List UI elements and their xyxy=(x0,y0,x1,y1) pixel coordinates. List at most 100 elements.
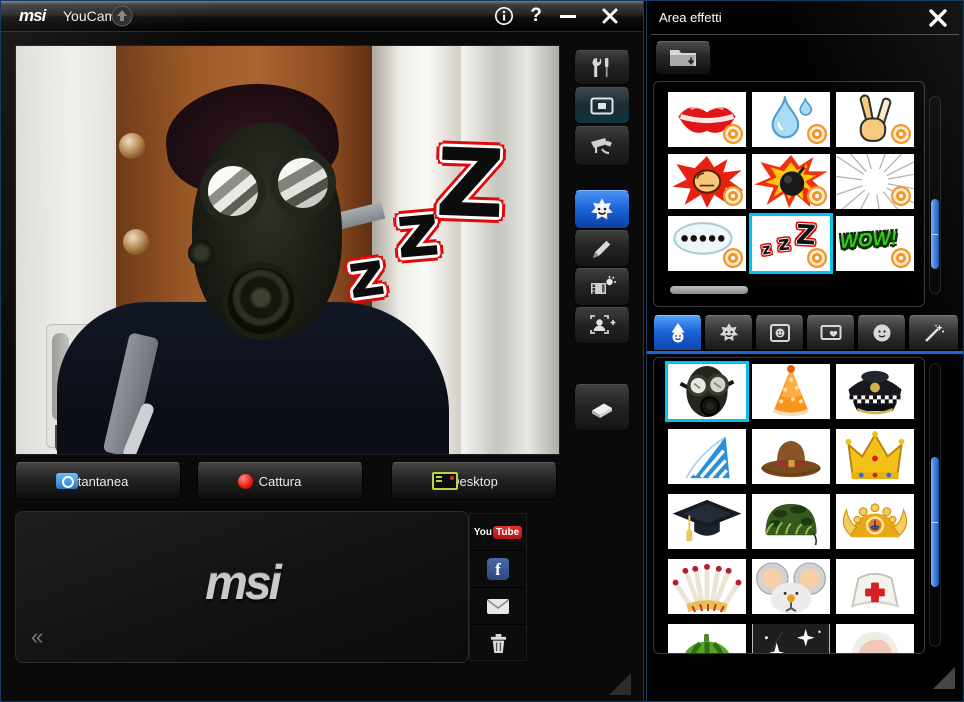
desktop-icon xyxy=(432,472,458,490)
hat-thumb-police[interactable] xyxy=(836,364,914,419)
hat-thumb-sail[interactable] xyxy=(668,429,746,484)
divider xyxy=(651,34,959,35)
effect-thumb-bomb[interactable] xyxy=(752,154,830,209)
msi-logo: msi xyxy=(19,6,45,26)
effect-badge xyxy=(723,186,743,206)
collapse-panel-button[interactable]: « xyxy=(31,624,43,650)
effect-thumb-punch[interactable] xyxy=(668,154,746,209)
hats-scrollbar-track[interactable] xyxy=(929,363,941,647)
tab-scenes[interactable] xyxy=(806,315,855,351)
record-icon xyxy=(238,474,253,489)
effects-button[interactable] xyxy=(574,190,630,229)
star-tab-icon xyxy=(718,322,740,344)
effect-thumb-zzz-selected[interactable]: z z Z xyxy=(752,216,830,271)
hat-thumb-crown[interactable] xyxy=(836,429,914,484)
door-stud xyxy=(123,229,149,255)
webcam-preview: z z Z xyxy=(15,45,560,455)
hat-thumb-camo[interactable] xyxy=(752,494,830,549)
effects-scrollbar-thumb[interactable] xyxy=(931,199,939,269)
desktop-button[interactable]: Desktop xyxy=(391,462,557,500)
effect-thumb-wow[interactable]: WOW! xyxy=(836,216,914,271)
hat-thumb-cowboy[interactable] xyxy=(752,429,830,484)
effects-window: Area effetti xyxy=(646,0,964,702)
effect-badge xyxy=(891,186,911,206)
youtube-button[interactable]: YouTube xyxy=(470,514,526,551)
tab-effects[interactable] xyxy=(704,315,753,351)
effect-badge xyxy=(891,248,911,268)
eraser-button[interactable] xyxy=(574,384,630,431)
tools-icon xyxy=(589,55,615,81)
hat-thumb-spa-mask[interactable] xyxy=(836,624,914,654)
hat-thumb-mouse-ears[interactable] xyxy=(752,559,830,614)
facebook-icon: f xyxy=(487,558,509,580)
pencil-icon xyxy=(589,236,615,262)
surveillance-icon xyxy=(589,133,615,159)
effect-thumb-drops[interactable] xyxy=(752,92,830,147)
effects-panel-title: Area effetti xyxy=(659,10,722,25)
screen: msi YouCam ? xyxy=(0,0,964,702)
youtube-icon: YouTube xyxy=(474,526,522,539)
resize-icon xyxy=(589,93,615,119)
draw-button[interactable] xyxy=(574,230,630,267)
door-stud xyxy=(119,133,145,159)
frame-tab-icon xyxy=(769,322,791,344)
effects-hscrollbar[interactable] xyxy=(670,286,748,294)
camera-icon xyxy=(56,473,78,489)
hat-thumb-nurse[interactable] xyxy=(836,559,914,614)
youcam-window: msi YouCam ? xyxy=(0,0,644,702)
hat-thumb-sparkles[interactable] xyxy=(752,624,830,654)
tab-distortions[interactable] xyxy=(908,315,959,351)
effect-thumb-flash[interactable] xyxy=(836,154,914,209)
settings-button[interactable] xyxy=(574,50,630,85)
import-effects-button[interactable] xyxy=(655,41,711,75)
mask-lens-left xyxy=(200,158,266,224)
help-icon[interactable]: ? xyxy=(525,5,547,27)
face-login-icon xyxy=(588,313,616,339)
info-icon[interactable] xyxy=(493,5,515,27)
trash-button[interactable] xyxy=(470,625,526,661)
tab-frames[interactable] xyxy=(755,315,804,351)
effects-close-icon[interactable] xyxy=(927,7,949,29)
msi-watermark: msi xyxy=(16,556,468,611)
hat-thumb-party[interactable] xyxy=(752,364,830,419)
tab-hats[interactable] xyxy=(653,315,702,351)
effect-thumb-kiss[interactable] xyxy=(668,92,746,147)
effect-thumb-victory[interactable] xyxy=(836,92,914,147)
effect-thumb-ellipsis[interactable] xyxy=(668,216,746,271)
effect-badge xyxy=(723,248,743,268)
eraser-icon xyxy=(589,395,615,421)
minimize-icon[interactable] xyxy=(557,5,579,27)
effect-badge xyxy=(723,124,743,144)
share-buttons-column: YouTube f xyxy=(469,513,527,661)
hat-thumb-gradcap[interactable] xyxy=(668,494,746,549)
close-icon[interactable] xyxy=(599,5,621,27)
app-title: YouCam xyxy=(63,8,116,24)
mask-side-vent xyxy=(188,240,214,266)
mask-filter xyxy=(222,262,300,340)
hat-thumb-gasmask-selected[interactable] xyxy=(668,364,746,419)
snapshot-button[interactable]: Istantanea xyxy=(15,462,181,500)
effect-badge xyxy=(891,124,911,144)
hat-thumb-watermelon[interactable] xyxy=(668,624,746,654)
email-button[interactable] xyxy=(470,588,526,625)
trash-icon xyxy=(489,632,508,655)
fullscreen-button[interactable] xyxy=(574,87,630,124)
hat-thumb-headdress[interactable] xyxy=(668,559,746,614)
effects-resize-grip[interactable] xyxy=(933,667,955,689)
hat-tab-icon xyxy=(667,322,689,344)
smiley-tab-icon xyxy=(871,322,893,344)
facebook-button[interactable]: f xyxy=(470,551,526,588)
upgrade-arrow-icon[interactable] xyxy=(111,5,133,27)
hats-grid xyxy=(653,357,925,654)
titlebar[interactable]: msi YouCam ? xyxy=(1,1,643,32)
hat-thumb-horned-crown[interactable] xyxy=(836,494,914,549)
tab-avatars[interactable] xyxy=(857,315,906,351)
face-login-button[interactable] xyxy=(574,307,630,344)
video-effects-button[interactable] xyxy=(574,268,630,306)
capture-button[interactable]: Cattura xyxy=(197,462,363,500)
resize-grip[interactable] xyxy=(609,673,631,695)
star-face-icon xyxy=(589,197,615,223)
surveillance-button[interactable] xyxy=(574,126,630,166)
effects-scrollbar-track[interactable] xyxy=(929,96,941,294)
hats-scrollbar-thumb[interactable] xyxy=(931,457,939,587)
